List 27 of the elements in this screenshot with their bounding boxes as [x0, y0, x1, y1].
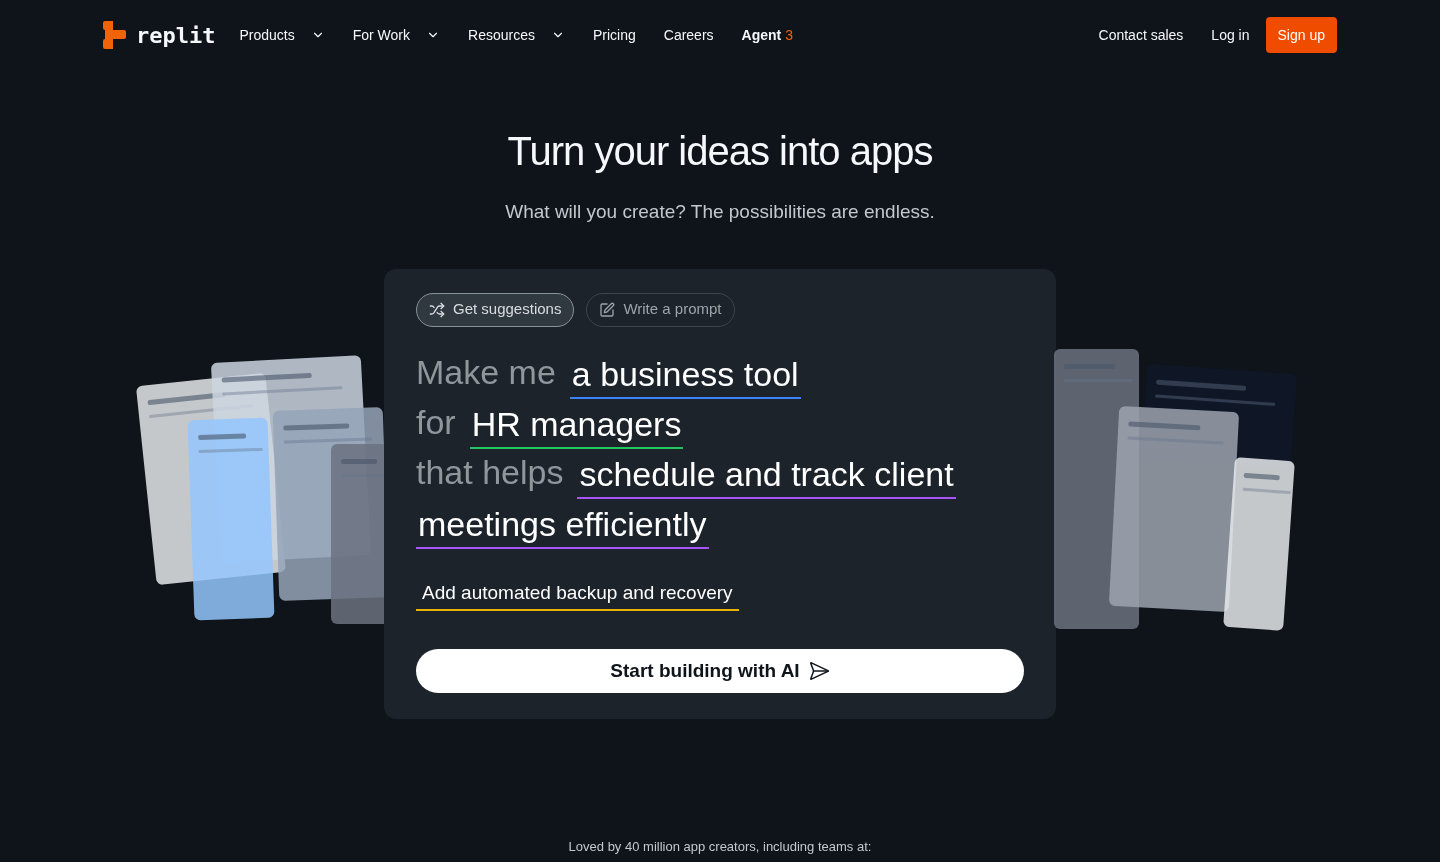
prompt-choice[interactable]: a business tool	[569, 356, 801, 399]
prompt-text: for	[416, 404, 456, 443]
prompt-choice[interactable]: schedule and track client	[577, 456, 956, 499]
start-building-button[interactable]: Start building with AI	[416, 649, 1024, 693]
nav-link[interactable]: Resources	[468, 25, 565, 45]
hero-title: Turn your ideas into apps	[507, 128, 933, 175]
nav-link[interactable]: Pricing	[592, 25, 636, 45]
nav-link[interactable]: Agent 3	[741, 25, 794, 45]
sign-up-button[interactable]: Sign up	[1265, 17, 1337, 53]
prompt-text: that helps	[416, 454, 564, 493]
nav-link[interactable]: For Work	[352, 25, 441, 45]
nav-link[interactable]: Log in	[1211, 25, 1250, 45]
customers-caption: Loved by 40 million app creators, including teams at:	[568, 837, 872, 856]
nav-link[interactable]: Careers	[663, 25, 714, 45]
prompt-choice[interactable]: meetings efficiently	[416, 506, 709, 549]
send-icon	[807, 660, 830, 682]
logo-icon[interactable]	[103, 21, 126, 49]
nav-link[interactable]: Products	[239, 25, 325, 45]
prompt-addition[interactable]: Add automated backup and recovery	[416, 578, 739, 611]
edit-icon	[599, 301, 616, 318]
prompt-text: Make me	[416, 354, 556, 393]
mode-tab[interactable]: Get suggestions	[416, 292, 575, 327]
shuffle-icon	[429, 301, 445, 318]
logo-text[interactable]: replit	[136, 18, 216, 52]
prompt-choice[interactable]: HR managers	[469, 406, 684, 449]
hero-subtitle: What will you create? The possibilities are endless.	[505, 200, 935, 224]
nav-link[interactable]: Contact sales	[1098, 25, 1184, 45]
